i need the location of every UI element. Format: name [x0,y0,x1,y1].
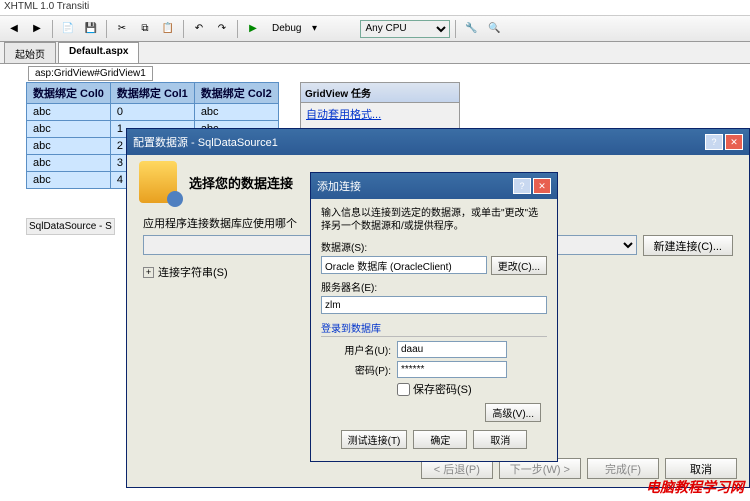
redo-icon[interactable]: ↷ [212,19,232,39]
wizard-title-text: 配置数据源 - SqlDataSource1 [133,134,278,150]
new-connection-button[interactable]: 新建连接(C)... [643,235,733,256]
col-header: 数据绑定 Col0 [27,83,111,104]
debug-label: Debug [272,23,301,34]
save-icon[interactable]: 💾 [81,19,101,39]
server-label: 服务器名(E): [321,279,547,294]
run-icon[interactable]: ▶ [243,19,263,39]
advanced-button[interactable]: 高级(V)... [485,403,541,422]
undo-icon[interactable]: ↶ [189,19,209,39]
doctype-bar: XHTML 1.0 Transiti [0,0,750,16]
login-section: 登录到数据库 [321,320,547,337]
tasks-title: GridView 任务 [301,83,459,103]
password-label: 密码(P): [339,362,391,377]
close-icon[interactable]: ✕ [533,178,551,194]
new-icon[interactable]: 📄 [58,19,78,39]
help-icon[interactable]: ? [705,134,723,150]
dialog-title-text: 添加连接 [317,178,361,194]
col-header: 数据绑定 Col1 [110,83,194,104]
paste-icon[interactable]: 📋 [158,19,178,39]
breadcrumb[interactable]: asp:GridView#GridView1 [28,66,153,81]
database-icon [139,161,177,203]
dropdown-icon[interactable]: ▾ [304,19,324,39]
change-button[interactable]: 更改(C)... [491,256,547,275]
username-field[interactable] [397,341,507,358]
help-icon[interactable]: ? [513,178,531,194]
test-connection-button[interactable]: 测试连接(T) [341,430,408,449]
tab-default[interactable]: Default.aspx [58,42,139,63]
wizard-titlebar: 配置数据源 - SqlDataSource1 ?✕ [127,129,749,155]
sqldatasource-control[interactable]: SqlDataSource - S [26,218,115,235]
tab-bar: 起始页 Default.aspx [0,42,750,64]
datasource-field [321,256,487,274]
cut-icon[interactable]: ✂ [112,19,132,39]
copy-icon[interactable]: ⧉ [135,19,155,39]
plus-icon: + [143,267,154,278]
dialog-description: 输入信息以连接到选定的数据源，或单击"更改"选择另一个数据源和/或提供程序。 [321,207,547,233]
ok-button[interactable]: 确定 [413,430,467,449]
wizard-header: 选择您的数据连接 [189,173,293,192]
cancel-button[interactable]: 取消 [665,458,737,479]
cpu-select[interactable]: Any CPU [360,20,450,38]
add-connection-dialog: 添加连接 ?✕ 输入信息以连接到选定的数据源，或单击"更改"选择另一个数据源和/… [310,172,558,462]
find-icon[interactable]: 🔍 [484,19,504,39]
watermark: 电脑教程学习网 [646,477,744,497]
finish-button: 完成(F) [587,458,659,479]
col-header: 数据绑定 Col2 [194,83,278,104]
main-toolbar: ◀ ▶ 📄 💾 ✂ ⧉ 📋 ↶ ↷ ▶ Debug ▾ Any CPU 🔧 🔍 [0,16,750,42]
username-label: 用户名(U): [339,342,391,357]
close-icon[interactable]: ✕ [725,134,743,150]
cancel-button[interactable]: 取消 [473,430,527,449]
tool-icon[interactable]: 🔧 [461,19,481,39]
dialog-titlebar: 添加连接 ?✕ [311,173,557,199]
datasource-label: 数据源(S): [321,239,547,254]
forward-icon[interactable]: ▶ [27,19,47,39]
password-field[interactable] [397,361,507,378]
autoformat-link[interactable]: 自动套用格式... [306,106,381,122]
back-icon[interactable]: ◀ [4,19,24,39]
tab-start[interactable]: 起始页 [4,42,56,63]
server-field[interactable] [321,296,547,314]
save-password-label: 保存密码(S) [413,381,472,397]
save-password-checkbox[interactable] [397,383,410,396]
